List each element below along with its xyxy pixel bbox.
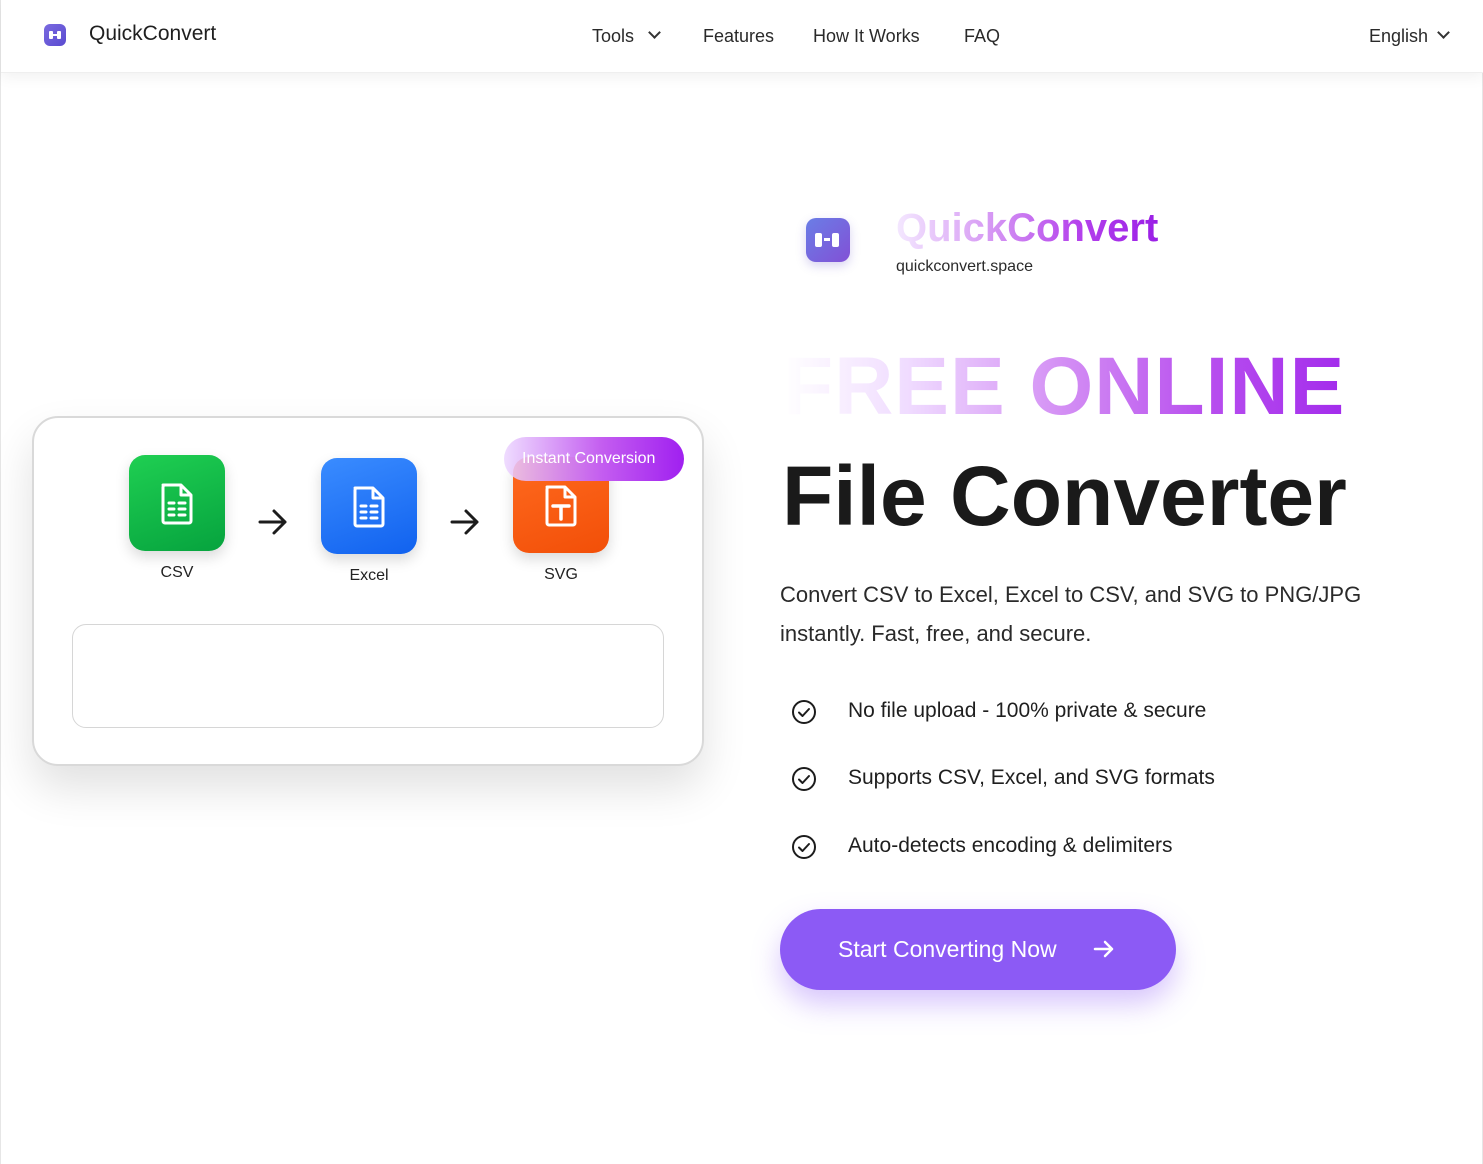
excel-format-tile <box>321 458 417 554</box>
hero-brand-name: QuickConvert <box>896 206 1159 250</box>
chevron-down-icon[interactable] <box>648 26 661 39</box>
feature-item: Auto-detects encoding & delimiters <box>848 834 1173 857</box>
file-drop-zone[interactable] <box>72 624 664 728</box>
check-circle-icon <box>792 700 816 724</box>
svg-label: SVG <box>544 566 578 583</box>
hero-title-line2: File Converter <box>782 449 1347 543</box>
arrow-right-icon <box>258 509 287 535</box>
instant-conversion-badge: Instant Conversion <box>504 437 684 481</box>
chevron-down-icon[interactable] <box>1437 26 1450 39</box>
csv-format-tile <box>129 455 225 551</box>
hero-domain: quickconvert.space <box>896 258 1033 275</box>
spreadsheet-file-icon <box>353 486 385 528</box>
site-header: QuickConvert Tools Features How It Works… <box>1 0 1483 73</box>
page-frame: QuickConvert Tools Features How It Works… <box>0 0 1483 1164</box>
arrow-right-icon[interactable] <box>1092 937 1116 961</box>
spreadsheet-file-icon <box>161 483 193 525</box>
hero-title-line1: FREE ONLINE <box>783 341 1346 432</box>
feature-item: Supports CSV, Excel, and SVG formats <box>848 766 1215 789</box>
arrow-right-icon <box>450 509 479 535</box>
feature-item: No file upload - 100% private & secure <box>848 699 1207 722</box>
csv-label: CSV <box>160 564 194 581</box>
nav-how-it-works[interactable]: How It Works <box>813 26 920 47</box>
start-converting-button[interactable]: Start Converting Now <box>780 909 1176 990</box>
nav-faq[interactable]: FAQ <box>964 26 1000 47</box>
nav-features[interactable]: Features <box>703 26 774 47</box>
excel-label: Excel <box>349 567 389 584</box>
text-file-icon <box>545 485 577 527</box>
quickconvert-logo-icon[interactable] <box>44 24 66 46</box>
check-circle-icon <box>792 835 816 859</box>
converter-card: CSV Excel SVG Instant Conversion <box>32 416 704 766</box>
quickconvert-logo-icon <box>806 218 850 262</box>
brand-name[interactable]: QuickConvert <box>89 22 216 46</box>
nav-tools[interactable]: Tools <box>592 26 634 47</box>
hero-description: Convert CSV to Excel, Excel to CSV, and … <box>780 582 1362 646</box>
check-circle-icon <box>792 767 816 791</box>
language-selector[interactable]: English <box>1369 26 1428 47</box>
